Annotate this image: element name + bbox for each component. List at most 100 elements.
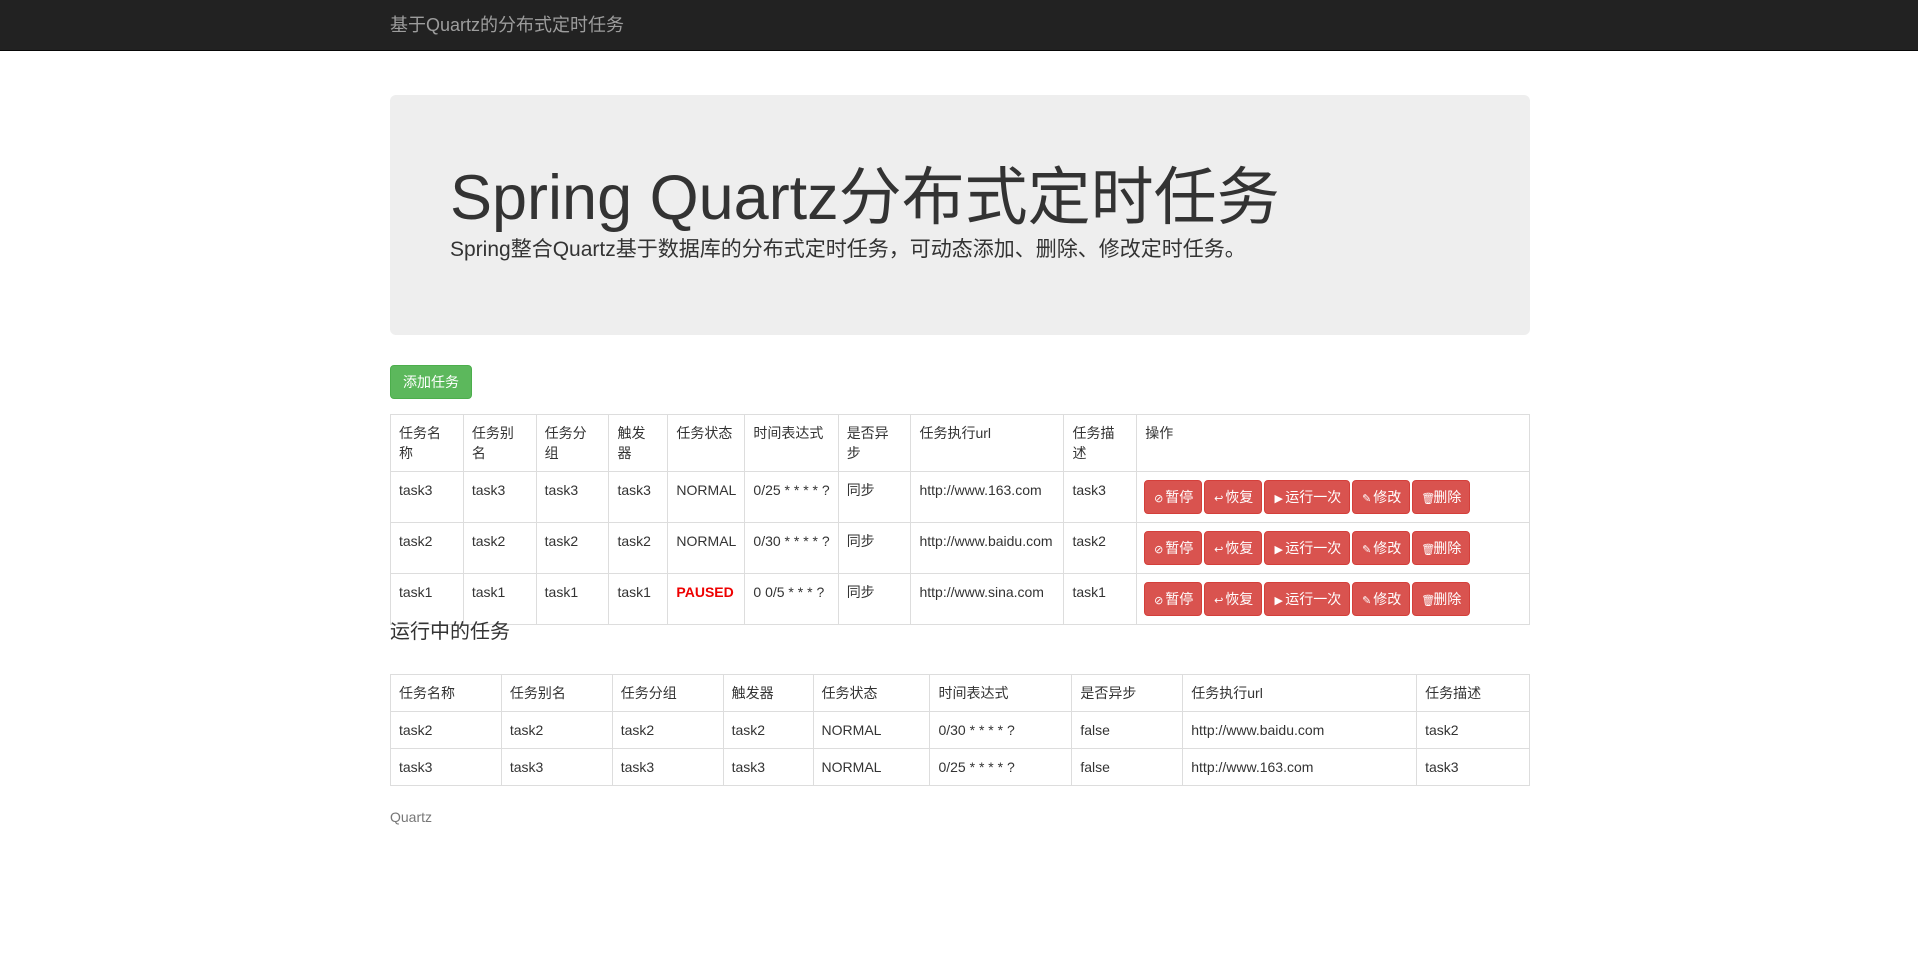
task-name-cell: task2 <box>390 711 502 749</box>
task-url-cell: http://www.163.com <box>910 471 1065 523</box>
ban-circle-icon: ⊘ <box>1154 595 1164 607</box>
task-alias-cell: task3 <box>500 748 613 786</box>
table-row: task2 task2 task2 task2 NORMAL 0/30 * * * * ?… <box>390 522 1530 574</box>
table-row: task1 task1 task1 task1 PAUSED 0 0/5 * * * ? 同… <box>390 573 1530 625</box>
column-header: 时间表达式 <box>929 674 1073 712</box>
button-label: 修改 <box>1373 489 1402 505</box>
task-name-cell: task3 <box>390 471 464 523</box>
button-label: 暂停 <box>1165 540 1194 556</box>
button-label: 运行一次 <box>1285 591 1342 607</box>
task-status-cell: NORMAL <box>812 711 931 749</box>
cron-cell: 0/25 * * * * ? <box>744 471 839 523</box>
task-status-cell: NORMAL <box>667 522 746 574</box>
cron-cell: 0/25 * * * * ? <box>929 748 1073 786</box>
task-group-cell: task2 <box>611 711 724 749</box>
task-name-cell: task3 <box>390 748 502 786</box>
column-header: 任务别名 <box>500 674 613 712</box>
share-alt-icon: ↩ <box>1214 493 1224 505</box>
button-label: 修改 <box>1373 540 1402 556</box>
edit-button[interactable]: ✎ 修改 <box>1352 531 1411 565</box>
delete-button[interactable]: 🗑删除 <box>1412 582 1471 616</box>
footer-text: Quartz <box>390 809 433 825</box>
task-status-cell: NORMAL <box>812 748 931 786</box>
column-header: 任务描述 <box>1063 414 1138 472</box>
running-table-header-row: 任务名称 任务别名 任务分组 触发器 任务状态 时间表达式 是否异步 任务执行u… <box>390 674 1530 712</box>
task-alias-cell: task3 <box>462 471 537 523</box>
pencil-icon: ✎ <box>1362 493 1372 505</box>
task-table-body: task3 task3 task3 task3 NORMAL 0/25 * * * * ?… <box>390 471 1530 625</box>
task-desc-cell: task1 <box>1063 573 1138 625</box>
trash-icon: 🗑 <box>1421 595 1436 607</box>
delete-button[interactable]: 🗑删除 <box>1412 531 1471 565</box>
trigger-cell: task3 <box>722 748 814 786</box>
button-label: 恢复 <box>1225 591 1254 607</box>
button-label: 删除 <box>1433 591 1462 607</box>
running-table-body: task2 task2 task2 task2 NORMAL 0/30 * * * * ?… <box>390 711 1530 786</box>
async-cell: false <box>1071 711 1184 749</box>
ban-circle-icon: ⊘ <box>1154 493 1164 505</box>
page-title: Spring Quartz分布式定时任务 <box>450 163 1280 233</box>
delete-button[interactable]: 🗑删除 <box>1412 480 1471 514</box>
task-status-cell: PAUSED <box>667 573 746 625</box>
pencil-icon: ✎ <box>1362 544 1372 556</box>
column-header: 任务别名 <box>462 414 537 472</box>
task-group-cell: task2 <box>535 522 610 574</box>
ban-circle-icon: ⊘ <box>1154 544 1164 556</box>
resume-button[interactable]: ↩ 恢复 <box>1204 480 1263 514</box>
task-name-cell: task1 <box>390 573 464 625</box>
run-once-button[interactable]: ▶ 运行一次 <box>1264 582 1351 616</box>
column-header: 是否异步 <box>1071 674 1184 712</box>
async-cell: false <box>1071 748 1184 786</box>
task-url-cell: http://www.baidu.com <box>910 522 1065 574</box>
actions-cell: ⊘ 暂停 ↩ 恢复 ▶ 运行一次 ✎ 修改 🗑删除 <box>1136 522 1530 574</box>
trigger-cell: task2 <box>722 711 814 749</box>
run-once-button[interactable]: ▶ 运行一次 <box>1264 480 1351 514</box>
running-tasks-title: 运行中的任务 <box>390 621 510 643</box>
button-label: 删除 <box>1433 540 1462 556</box>
task-alias-cell: task2 <box>462 522 537 574</box>
button-label: 暂停 <box>1165 591 1194 607</box>
column-header: 时间表达式 <box>744 414 839 472</box>
button-label: 修改 <box>1373 591 1402 607</box>
edit-button[interactable]: ✎ 修改 <box>1352 582 1411 616</box>
task-alias-cell: task1 <box>462 573 537 625</box>
button-label: 运行一次 <box>1285 489 1342 505</box>
async-cell: 同步 <box>837 573 912 625</box>
column-header: 任务描述 <box>1416 674 1530 712</box>
cron-cell: 0/30 * * * * ? <box>929 711 1073 749</box>
pencil-icon: ✎ <box>1362 595 1372 607</box>
cron-cell: 0/30 * * * * ? <box>744 522 839 574</box>
pause-button[interactable]: ⊘ 暂停 <box>1144 480 1203 514</box>
task-desc-cell: task2 <box>1416 711 1530 749</box>
task-url-cell: http://www.sina.com <box>910 573 1065 625</box>
task-alias-cell: task2 <box>500 711 613 749</box>
task-group-cell: task3 <box>535 471 610 523</box>
column-header: 任务名称 <box>390 414 464 472</box>
pause-button[interactable]: ⊘ 暂停 <box>1144 531 1203 565</box>
edit-button[interactable]: ✎ 修改 <box>1352 480 1411 514</box>
resume-button[interactable]: ↩ 恢复 <box>1204 582 1263 616</box>
task-group-cell: task1 <box>535 573 610 625</box>
task-status-cell: NORMAL <box>667 471 746 523</box>
table-row: task3 task3 task3 task3 NORMAL 0/25 * * * * ?… <box>390 748 1530 786</box>
pause-button[interactable]: ⊘ 暂停 <box>1144 582 1203 616</box>
task-name-cell: task2 <box>390 522 464 574</box>
column-header: 任务名称 <box>390 674 502 712</box>
top-navbar: 基于Quartz的分布式定时任务 <box>0 0 1918 51</box>
column-header: 操作 <box>1136 414 1530 472</box>
jumbotron: Spring Quartz分布式定时任务 Spring整合Quartz基于数据库… <box>390 95 1530 335</box>
add-task-button[interactable]: 添加任务 <box>390 365 472 399</box>
task-url-cell: http://www.163.com <box>1182 748 1418 786</box>
table-row: task3 task3 task3 task3 NORMAL 0/25 * * * * ?… <box>390 471 1530 523</box>
run-once-button[interactable]: ▶ 运行一次 <box>1264 531 1351 565</box>
resume-button[interactable]: ↩ 恢复 <box>1204 531 1263 565</box>
table-row: task2 task2 task2 task2 NORMAL 0/30 * * * * ?… <box>390 711 1530 749</box>
actions-cell: ⊘ 暂停 ↩ 恢复 ▶ 运行一次 ✎ 修改 🗑删除 <box>1136 573 1530 625</box>
cron-cell: 0 0/5 * * * ? <box>744 573 839 625</box>
trigger-cell: task1 <box>608 573 669 625</box>
task-desc-cell: task2 <box>1063 522 1138 574</box>
navbar-brand[interactable]: 基于Quartz的分布式定时任务 <box>390 14 624 36</box>
task-desc-cell: task3 <box>1416 748 1530 786</box>
share-alt-icon: ↩ <box>1214 544 1224 556</box>
button-label: 暂停 <box>1165 489 1194 505</box>
